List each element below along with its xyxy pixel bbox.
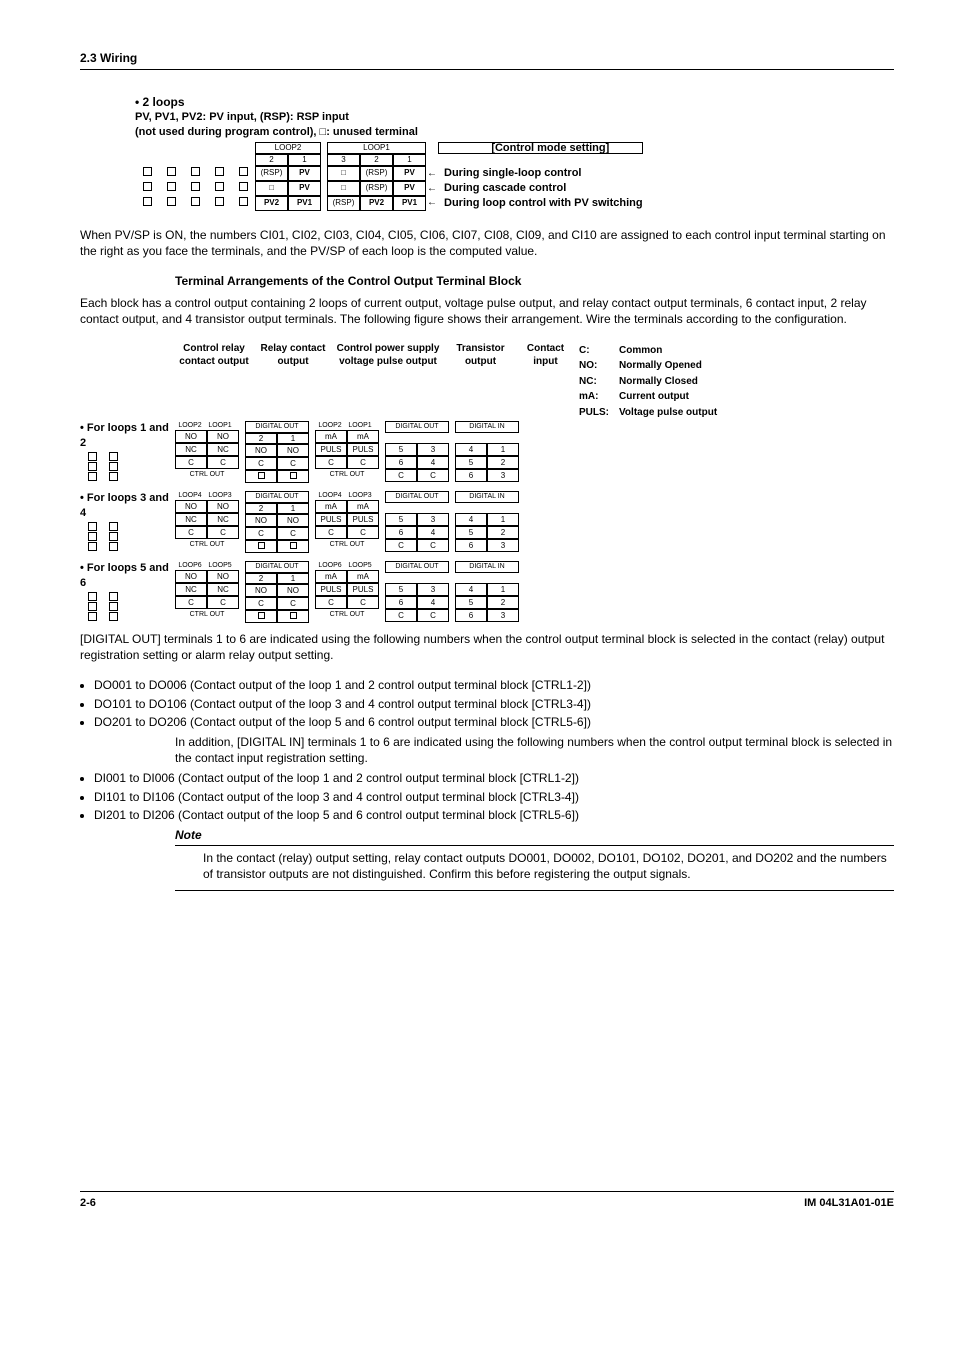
page-number: 2-6 [80,1196,96,1211]
control-mode-setting-label: [Control mode setting] [438,142,643,154]
page-footer: 2-6 IM 04L31A01-01E [80,1191,894,1211]
bullet-di-1: DI001 to DI006 (Contact output of the lo… [94,770,894,786]
terminal-block-group: • For loops 1 and 2LOOP2LOOP1NONONCNCCCC… [80,421,894,483]
for-loops-label: • For loops 3 and 4 [80,491,175,521]
bullet-do-2: DO101 to DO106 (Contact output of the lo… [94,696,894,712]
do-bullets: DO001 to DO006 (Contact output of the lo… [80,677,894,730]
hdr-transistor: Transistor output [443,342,518,422]
two-loops-sub1: PV, PV1, PV2: PV input, (RSP): RSP input [135,110,894,125]
hdr-contact-in: Contact input [518,342,573,422]
mode-cascade: During cascade control [438,181,643,196]
terminal-title: Terminal Arrangements of the Control Out… [175,273,894,289]
two-loops-sub2: (not used during program control), □: un… [135,125,894,140]
terminal-block-group: • For loops 5 and 6LOOP6LOOP5NONONCNCCCC… [80,561,894,623]
mode-loop-pv-switch: During loop control with PV switching [438,196,643,211]
hdr-volt-pulse: Control power supply voltage pulse outpu… [333,342,443,422]
for-loops-label: • For loops 5 and 6 [80,561,175,591]
unused-terminal-icon [143,167,152,176]
section-header: 2.3 Wiring [80,50,894,70]
mode-single-loop: During single-loop control [438,166,643,181]
pvsp-paragraph: When PV/SP is ON, the numbers CI01, CI02… [80,227,894,259]
hdr-relay-contact: Relay contact output [253,342,333,422]
di-bullets: DI001 to DI006 (Contact output of the lo… [80,770,894,823]
two-loops-title: • 2 loops [135,94,894,110]
bullet-do-3: DO201 to DO206 (Contact output of the lo… [94,714,894,730]
terminal-block-group: • For loops 3 and 4LOOP4LOOP3NONONCNCCCC… [80,491,894,553]
note-block: Note In the contact (relay) output setti… [175,827,894,892]
hdr-control-relay: Control relay contact output [175,342,253,422]
abbrev-legend: C:Common NO:Normally Opened NC:Normally … [573,342,723,422]
two-loops-block: • 2 loops PV, PV1, PV2: PV input, (RSP):… [135,94,894,210]
note-body: In the contact (relay) output setting, r… [203,850,894,882]
bullet-do-1: DO001 to DO006 (Contact output of the lo… [94,677,894,693]
bullet-di-3: DI201 to DI206 (Contact output of the lo… [94,807,894,823]
doc-id: IM 04L31A01-01E [804,1196,894,1211]
note-label: Note [175,828,202,842]
for-loops-label: • For loops 1 and 2 [80,421,175,451]
bullet-di-2: DI101 to DI106 (Contact output of the lo… [94,789,894,805]
digital-in-paragraph: In addition, [DIGITAL IN] terminals 1 to… [175,734,894,766]
digital-out-paragraph: [DIGITAL OUT] terminals 1 to 6 are indic… [80,631,894,663]
terminal-paragraph: Each block has a control output containi… [80,295,894,327]
control-mode-table: LOOP2 LOOP1 [Control mode setting] 2 1 3… [135,142,643,211]
